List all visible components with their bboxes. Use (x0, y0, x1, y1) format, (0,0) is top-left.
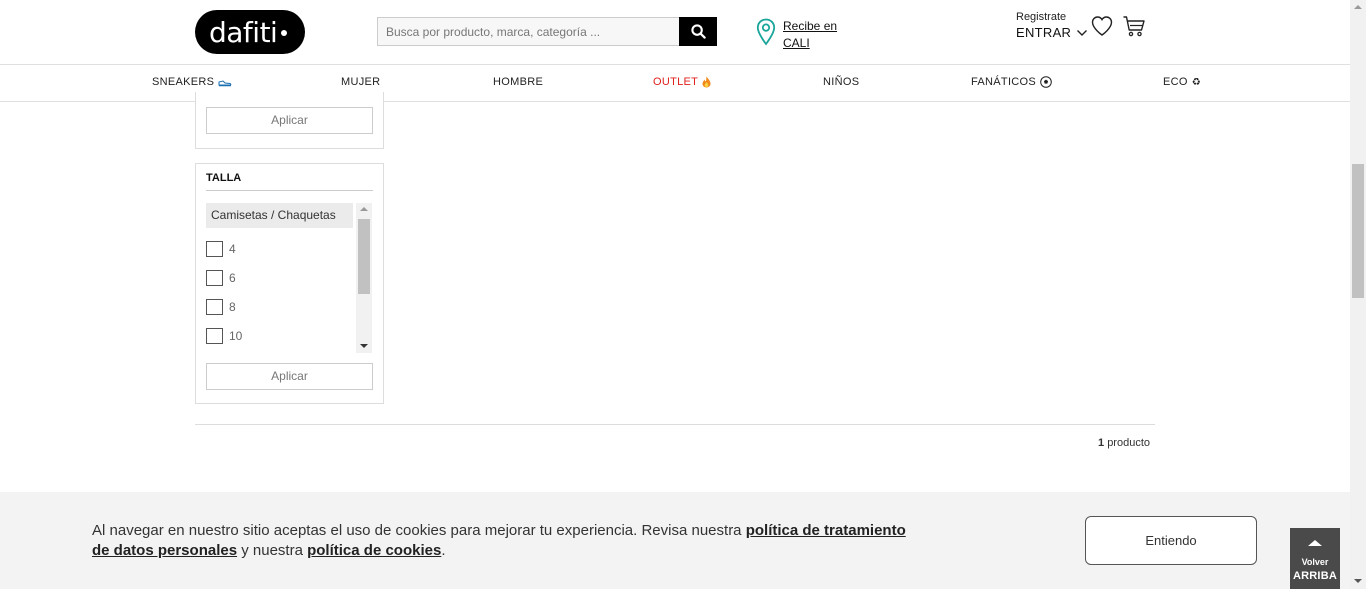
size-options-list[interactable]: Camisetas / Chaquetas 4 6 8 10 (206, 201, 373, 353)
nav-item-label: SNEAKERS (152, 76, 215, 88)
cookie-text-after: . (441, 542, 446, 559)
site-header: dafiti Recibe en CALI Registrat (0, 0, 1350, 65)
cookie-text-before: Al navegar en nuestro sitio aceptas el u… (92, 522, 746, 539)
recycle-icon: ♻ (1191, 76, 1202, 88)
nav-item-label: HOMBRE (493, 76, 544, 88)
nav-item-sneakers[interactable]: SNEAKERS (152, 76, 232, 88)
nav-item-hombre[interactable]: HOMBRE (493, 76, 543, 88)
account-menu[interactable]: Registrate ENTRAR (1016, 11, 1088, 40)
size-checkbox[interactable] (206, 241, 223, 257)
nav-item-label: OUTLET (653, 76, 699, 88)
nav-item-label: ECO (1163, 76, 1188, 88)
search-button[interactable] (679, 17, 717, 46)
filter-box-previous: Aplicar (195, 92, 384, 149)
location-city: CALI (783, 36, 810, 50)
search-icon (690, 24, 706, 39)
page-scroll-up-icon[interactable] (1354, 5, 1362, 9)
logo-text: dafiti (209, 15, 278, 49)
size-option-label: 8 (229, 300, 236, 314)
arrow-up-icon (1308, 540, 1322, 546)
fire-icon (702, 76, 711, 88)
cookie-text-middle: y nuestra (237, 542, 308, 559)
size-option-10[interactable]: 10 (206, 328, 242, 344)
size-checkbox[interactable] (206, 299, 223, 315)
delivery-location[interactable]: Recibe en CALI (756, 18, 837, 52)
search-bar (377, 17, 717, 46)
login-label: ENTRAR (1016, 25, 1072, 40)
size-option-8[interactable]: 8 (206, 299, 236, 315)
cookie-banner: Al navegar en nuestro sitio aceptas el u… (0, 492, 1350, 589)
login-dropdown[interactable]: ENTRAR (1016, 25, 1088, 40)
nav-item-ninos[interactable]: NIÑOS (823, 76, 859, 88)
size-option-4[interactable]: 4 (206, 241, 236, 257)
page: dafiti Recibe en CALI Registrat (0, 0, 1366, 589)
nav-item-outlet[interactable]: OUTLET (653, 76, 711, 88)
back-to-top-line1: Volver (1301, 557, 1329, 567)
dafiti-logo[interactable]: dafiti (195, 10, 305, 54)
page-scrollbar[interactable] (1350, 0, 1366, 589)
size-option-label: 10 (229, 329, 243, 343)
size-checkbox[interactable] (206, 328, 223, 344)
scroll-down-arrow-icon[interactable] (360, 344, 368, 348)
location-label: Recibe en (783, 19, 838, 33)
filter-box-size: TALLA Camisetas / Chaquetas 4 6 8 10 Apl… (195, 163, 384, 404)
heart-icon[interactable] (1090, 14, 1114, 38)
nav-item-label: FANÁTICOS (971, 76, 1037, 88)
product-count-label: producto (1107, 437, 1150, 449)
soccer-ball-icon (1040, 76, 1052, 88)
page-scrollbar-thumb[interactable] (1352, 164, 1364, 298)
cookie-message: Al navegar en nuestro sitio aceptas el u… (92, 521, 912, 561)
size-filter-title: TALLA (206, 172, 373, 191)
nav-item-eco[interactable]: ECO ♻ (1163, 76, 1201, 88)
back-to-top-button[interactable]: Volver ARRIBA (1290, 528, 1340, 589)
sneaker-icon (218, 80, 232, 87)
size-option-label: 4 (229, 242, 236, 256)
scrollbar-thumb[interactable] (358, 219, 370, 294)
nav-item-fanaticos[interactable]: FANÁTICOS (971, 76, 1052, 88)
cookie-policy-link[interactable]: política de cookies (307, 542, 441, 559)
size-checkbox[interactable] (206, 270, 223, 286)
accept-cookies-button[interactable]: Entiendo (1085, 516, 1257, 565)
location-text[interactable]: Recibe en CALI (783, 18, 837, 52)
back-to-top-line2: ARRIBA (1293, 570, 1337, 582)
chevron-down-icon (1077, 29, 1088, 36)
cart-icon[interactable] (1122, 14, 1146, 38)
scroll-up-arrow-icon[interactable] (360, 207, 368, 211)
search-input[interactable] (377, 17, 679, 46)
register-link[interactable]: Registrate (1016, 11, 1088, 23)
size-group-header: Camisetas / Chaquetas (206, 203, 353, 228)
location-pin-icon (756, 18, 776, 46)
size-option-label: 6 (229, 271, 236, 285)
size-apply-button[interactable]: Aplicar (206, 363, 373, 390)
size-list-scrollbar[interactable] (356, 203, 372, 353)
nav-item-label: MUJER (341, 76, 381, 88)
logo-dot (281, 30, 288, 36)
size-option-6[interactable]: 6 (206, 270, 236, 286)
nav-item-mujer[interactable]: MUJER (341, 76, 380, 88)
results-divider (195, 424, 1155, 425)
apply-button[interactable]: Aplicar (206, 107, 373, 134)
page-scroll-down-icon[interactable] (1354, 579, 1362, 583)
nav-item-label: NIÑOS (823, 76, 860, 88)
product-count-number: 1 (1098, 437, 1105, 449)
product-count: 1 producto (1098, 437, 1150, 449)
